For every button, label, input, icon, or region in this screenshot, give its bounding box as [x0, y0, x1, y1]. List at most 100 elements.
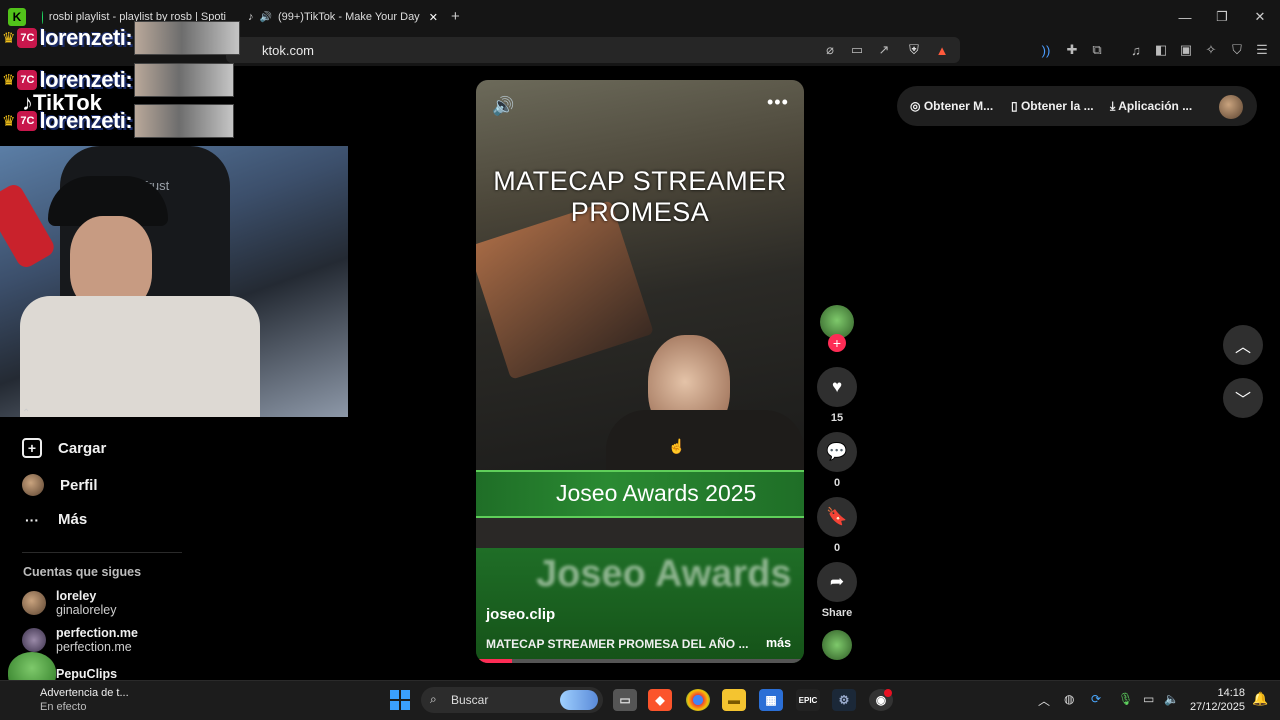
wallet-icon[interactable]: ▣: [1175, 39, 1197, 61]
extensions-icon[interactable]: ✚: [1061, 39, 1083, 61]
like-count: 15: [830, 412, 844, 424]
pill-label: Aplicación ...: [1118, 99, 1193, 113]
more-link[interactable]: más: [766, 636, 791, 650]
video-title-line2: PROMESA: [570, 197, 710, 227]
video-author[interactable]: joseo.clip: [486, 606, 555, 623]
notification-bell-icon[interactable]: 🔔: [1252, 691, 1268, 707]
task-view-icon[interactable]: ▭: [613, 689, 637, 711]
following-item[interactable]: perfection.me perfection.me: [22, 626, 138, 654]
user-avatar[interactable]: [1219, 95, 1243, 119]
divider: [22, 552, 182, 553]
recording-dot: [884, 689, 892, 697]
chevron-down-icon: ﹀: [1234, 392, 1251, 409]
save-button[interactable]: 🔖: [817, 497, 857, 537]
person-shirt: [606, 410, 804, 470]
video-player[interactable]: 🔊 ••• MATECAP STREAMER PROMESA ☝ Joseo A…: [476, 80, 804, 663]
vpn-icon[interactable]: ⛉: [1226, 39, 1248, 61]
sound-disc[interactable]: [822, 630, 852, 660]
more-icon: ···: [25, 511, 39, 528]
chat-badge: 7C: [17, 111, 38, 131]
steam-icon[interactable]: ⚙: [832, 689, 856, 711]
chat-badge: 7C: [17, 28, 38, 48]
sidebar-item-mas[interactable]: ··· Más: [22, 511, 87, 528]
brave-shield-icon[interactable]: ⛨: [903, 39, 925, 61]
chrome-icon[interactable]: [686, 689, 710, 711]
maximize-icon[interactable]: ❐: [1207, 6, 1237, 28]
video-title-line1: MATECAP STREAMER: [493, 166, 787, 196]
crown-icon: ♛: [2, 72, 16, 89]
close-tab-icon[interactable]: ✕: [429, 11, 438, 24]
heart-icon: ♥: [831, 377, 843, 396]
epic-games-icon[interactable]: EPIC: [796, 689, 820, 711]
search-highlight-icon: [560, 690, 598, 710]
leo-ai-icon[interactable]: ✧: [1200, 39, 1222, 61]
sidebar-item-label: Cargar: [58, 439, 107, 457]
clock-date[interactable]: 27/12/2025: [1181, 701, 1245, 713]
discord-icon[interactable]: ◍: [1064, 692, 1074, 706]
windows-start-icon[interactable]: [390, 690, 410, 710]
search-icon: ⌕: [430, 692, 437, 706]
chat-emote: [134, 63, 235, 97]
speaker-icon: 🔊: [259, 11, 272, 23]
microphone-icon[interactable]: 🎙: [1118, 692, 1133, 706]
webcam-overlay: K Trust: [0, 146, 348, 417]
get-app-button[interactable]: ▯ Obtener la ...: [1011, 99, 1094, 113]
follow-plus-icon[interactable]: +: [828, 334, 846, 352]
more-options-icon[interactable]: •••: [767, 92, 789, 113]
following-name: perfection.me: [56, 626, 138, 640]
following-item[interactable]: loreley ginaloreley: [22, 589, 116, 617]
following-name: loreley: [56, 589, 97, 603]
windows-taskbar: [0, 680, 1280, 720]
chat-badge: 7C: [17, 70, 38, 90]
tab-tiktok[interactable]: ♪ 🔊 (99+)TikTok - Make Your Day ✕: [248, 6, 438, 28]
clock-time[interactable]: 14:18: [1191, 687, 1245, 699]
bookmark-icon: 🔖: [826, 507, 848, 526]
coin-icon: ◎: [910, 99, 921, 113]
get-coins-button[interactable]: ◎ Obtener M...: [910, 99, 993, 113]
sync-icon[interactable]: ⟳: [1091, 692, 1101, 706]
url-text[interactable]: ktok.com: [262, 43, 314, 58]
video-progress-fill: [476, 659, 513, 663]
sidebar-item-label: Perfil: [60, 476, 98, 494]
tab-label: (99+)TikTok - Make Your Day: [277, 11, 420, 23]
video-progress-track[interactable]: [476, 659, 804, 663]
store-icon[interactable]: ▦: [759, 689, 783, 711]
chat-line: ♛ 7C lorenzeti:: [2, 104, 235, 138]
menu-icon[interactable]: ☰: [1251, 39, 1273, 61]
comment-button[interactable]: 💬: [817, 432, 857, 472]
chat-username: lorenzeti:: [39, 108, 133, 133]
avatar: [22, 628, 46, 652]
sidebar-item-cargar[interactable]: + Cargar: [22, 438, 106, 458]
desktop-app-button[interactable]: ⤓ Aplicación ...: [1110, 99, 1192, 114]
chat-username: lorenzeti:: [39, 25, 133, 50]
sidebar-toggle-icon[interactable]: ◧: [1150, 39, 1172, 61]
brave-rewards-icon[interactable]: ▲: [931, 39, 953, 61]
minimize-icon[interactable]: —: [1170, 6, 1200, 28]
volume-tray-icon[interactable]: 🔈: [1164, 692, 1179, 706]
no-camera-icon[interactable]: ⌀: [819, 39, 841, 61]
sidebar-item-perfil[interactable]: Perfil: [22, 474, 98, 496]
like-button[interactable]: ♥: [817, 367, 857, 407]
share-button[interactable]: ➦: [817, 562, 857, 602]
tiktok-icon: ♪: [248, 11, 254, 23]
music-icon[interactable]: ♫: [1125, 39, 1147, 61]
close-window-icon[interactable]: ✕: [1245, 6, 1275, 28]
audio-icon[interactable]: )): [1035, 39, 1057, 61]
cast-icon[interactable]: ▭: [846, 39, 868, 61]
file-explorer-icon[interactable]: ▬: [722, 689, 746, 711]
share-icon: ➦: [829, 572, 845, 591]
cursor-hand-icon: ☝: [668, 438, 686, 454]
tray-chevron-icon[interactable]: ︿: [1038, 692, 1050, 709]
notification-title[interactable]: Advertencia de t...: [40, 687, 129, 699]
previous-video-button[interactable]: ︿: [1223, 325, 1263, 365]
network-icon[interactable]: ▭: [1143, 692, 1154, 706]
chat-emote: [134, 21, 241, 55]
volume-icon[interactable]: 🔊: [492, 96, 514, 117]
share-page-icon[interactable]: ↗: [873, 39, 895, 61]
following-username: ginaloreley: [56, 603, 117, 617]
video-description: MATECAP STREAMER PROMESA DEL AÑO ...: [486, 637, 749, 651]
next-video-button[interactable]: ﹀: [1223, 378, 1263, 418]
screenshot-icon[interactable]: ⧉: [1086, 39, 1108, 61]
new-tab-button[interactable]: +: [451, 8, 460, 25]
brave-icon[interactable]: ◆: [648, 689, 672, 711]
